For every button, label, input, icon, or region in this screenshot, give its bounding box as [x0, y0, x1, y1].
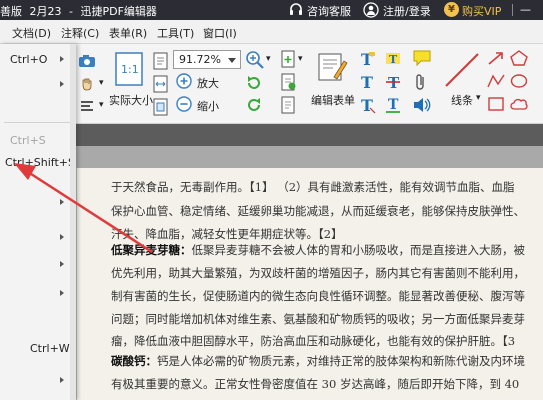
menu-tools[interactable]: 工具(T)	[157, 25, 194, 41]
actual-size-icon[interactable]: 1:1	[115, 52, 143, 86]
svg-text:T: T	[361, 96, 373, 114]
actual-size-label[interactable]: 实际大小	[109, 92, 153, 108]
sound-icon[interactable]	[412, 96, 432, 114]
extract-page-icon[interactable]	[281, 96, 297, 114]
rotate-right-icon[interactable]	[245, 96, 263, 114]
submenu-arrow-icon	[60, 290, 64, 296]
menu-window[interactable]: 窗口(I)	[203, 25, 237, 41]
fit-page-icon[interactable]	[153, 52, 168, 70]
lines-label[interactable]: 线条	[451, 92, 473, 108]
menu-separator	[4, 122, 70, 123]
insert-page-icon[interactable]	[281, 50, 297, 68]
menu-form[interactable]: 表单(R)	[109, 25, 147, 41]
text-box-icon[interactable]: T	[360, 50, 376, 68]
document-line: 瘤，降低血液中胆固醇水平，防治高血压和动脉硬化，也能有效的保护肝脏。【3	[111, 334, 516, 348]
ellipse-shape-icon[interactable]	[510, 73, 528, 89]
fit-visible-icon[interactable]	[153, 98, 168, 116]
menu-item-recent[interactable]	[0, 76, 76, 94]
minimize-button[interactable]: —	[520, 3, 531, 16]
menu-bar: 文档(D) 注释(C) 表单(R) 工具(T) 窗口(I)	[0, 20, 543, 44]
svg-text:1:1: 1:1	[121, 63, 139, 76]
chevron-down-icon[interactable]: ▾	[99, 78, 104, 88]
document-menu-dropdown: Ctrl+O Ctrl+S Ctrl+Shift+S Ctrl+W	[0, 44, 76, 400]
edit-form-icon[interactable]	[316, 51, 348, 83]
menu-item-submenu-1[interactable]	[0, 194, 76, 212]
underline-text-icon[interactable]: T	[385, 96, 401, 114]
menu-document[interactable]: 文档(D)	[12, 25, 51, 41]
menu-item-save[interactable]: Ctrl+S	[0, 132, 76, 150]
polyline-shape-icon[interactable]	[487, 73, 505, 89]
hand-tool-icon[interactable]	[80, 77, 94, 91]
chevron-down-icon[interactable]: ▾	[476, 93, 481, 103]
menu-item-save-as[interactable]: Ctrl+Shift+S	[0, 154, 76, 172]
document-page[interactable]: 于天然食品，无毒副作用。【1】 （2）具有雌激素活性，能有效调节血脂、血脂 保护…	[76, 168, 543, 400]
login-link[interactable]: 注册/登录	[383, 3, 431, 19]
menu-item-submenu-4[interactable]	[0, 285, 76, 303]
svg-text:T: T	[389, 53, 398, 66]
fit-width-icon[interactable]	[153, 75, 168, 93]
submenu-arrow-icon	[60, 199, 64, 205]
menu-item-submenu-3[interactable]	[0, 256, 76, 274]
callout-text-icon[interactable]: T	[360, 96, 376, 114]
vip-coin-icon[interactable]: ¥	[444, 2, 459, 17]
document-line: 低聚异麦芽糖：低聚异麦芽糖不会被人体的胃和小肠吸收，而是直接进入大肠，被	[111, 243, 525, 257]
document-line: 有极其重要的意义。正常女性骨密度值在 30 岁达高峰，随后即开始下降，到 40	[111, 377, 520, 391]
svg-text:T: T	[361, 73, 373, 91]
document-line: 碳酸钙：钙是人体必需的矿物质元素，对维持正常的肢体架构和新陈代谢及内环境	[111, 354, 525, 368]
magnifier-icon[interactable]	[245, 50, 265, 70]
menu-item-open[interactable]: Ctrl+O	[0, 51, 76, 69]
chevron-down-icon[interactable]: ▾	[99, 100, 104, 110]
buy-vip-link[interactable]: 购买VIP	[462, 3, 501, 19]
strikeout-text-icon[interactable]: T	[385, 73, 401, 91]
document-tab-strip	[70, 146, 543, 168]
support-link[interactable]: 咨询客服	[307, 3, 351, 19]
title-bar: 善版 2月23 - 迅捷PDF编辑器 咨询客服 注册/登录 ¥ 购买VIP —	[0, 0, 543, 20]
toolbar-ribbon: ▾ ▾ 1:1 实际大小 91.72% 放大 缩小 ▾ ▾ 编辑表单 T T T…	[0, 44, 543, 124]
line-tool-icon[interactable]	[442, 50, 482, 90]
window-title: 善版 2月23 - 迅捷PDF编辑器	[0, 5, 157, 18]
user-icon[interactable]	[363, 2, 379, 18]
chevron-down-icon[interactable]: ▾	[266, 54, 271, 64]
arrow-shape-icon[interactable]	[487, 50, 505, 66]
zoom-select[interactable]: 91.72%	[173, 50, 241, 69]
document-line: 制有害菌的生长，促使肠道内的微生态向良性循环调整。能显著改善便秘、腹泻等	[111, 289, 525, 303]
select-text-icon[interactable]	[80, 99, 94, 113]
camera-icon[interactable]	[78, 54, 96, 68]
chevron-down-icon	[228, 58, 236, 63]
rotate-left-icon[interactable]	[245, 74, 263, 92]
cloud-shape-icon[interactable]	[510, 96, 528, 112]
rectangle-shape-icon[interactable]	[487, 96, 505, 112]
submenu-arrow-icon	[60, 261, 64, 267]
document-line: 保护心血管、稳定情绪、延缓卵巢功能减退，从而延缓衰老，能够保持皮肤弹性、	[111, 204, 525, 218]
zoom-in-icon[interactable]	[176, 73, 192, 89]
zoom-out-label[interactable]: 缩小	[197, 98, 219, 114]
svg-text:T: T	[388, 97, 399, 113]
zoom-out-icon[interactable]	[176, 96, 192, 112]
document-line: 问题；同时能增加机体对维生素、氨基酸和矿物质钙的吸收；另一方面低聚异麦芽	[111, 312, 525, 326]
menu-scrollbar[interactable]	[70, 44, 76, 400]
document-line: 于天然食品，无毒副作用。【1】 （2）具有雌激素活性，能有效调节血脂、血脂	[111, 180, 515, 194]
submenu-arrow-icon	[60, 81, 64, 87]
attachment-icon[interactable]	[414, 73, 428, 91]
chevron-down-icon[interactable]: ▾	[298, 54, 303, 64]
pentagon-shape-icon[interactable]	[510, 50, 528, 66]
highlight-text-icon[interactable]: T	[385, 50, 401, 68]
title-separator	[512, 4, 513, 16]
menu-item-submenu-2[interactable]	[0, 229, 76, 247]
menu-item-submenu-5[interactable]	[0, 372, 76, 390]
zoom-in-label[interactable]: 放大	[197, 75, 219, 91]
menu-item-close[interactable]: Ctrl+W	[0, 340, 76, 358]
edit-form-label[interactable]: 编辑表单	[311, 92, 355, 108]
submenu-arrow-icon	[60, 377, 64, 383]
document-line: 优先利用，助其大量繁殖，为双歧杆菌的增殖因子，肠内其它有害菌则不能利用，	[111, 266, 525, 280]
add-page-icon[interactable]	[281, 73, 297, 91]
headset-icon[interactable]	[288, 2, 304, 18]
submenu-arrow-icon	[60, 56, 64, 62]
sticky-note-icon[interactable]	[412, 49, 432, 67]
menu-annotate[interactable]: 注释(C)	[61, 25, 99, 41]
submenu-arrow-icon	[60, 234, 64, 240]
document-line: 汗失、降血脂，减轻女性更年期症状等。【2】	[111, 227, 343, 241]
typewriter-icon[interactable]: T	[360, 73, 376, 91]
